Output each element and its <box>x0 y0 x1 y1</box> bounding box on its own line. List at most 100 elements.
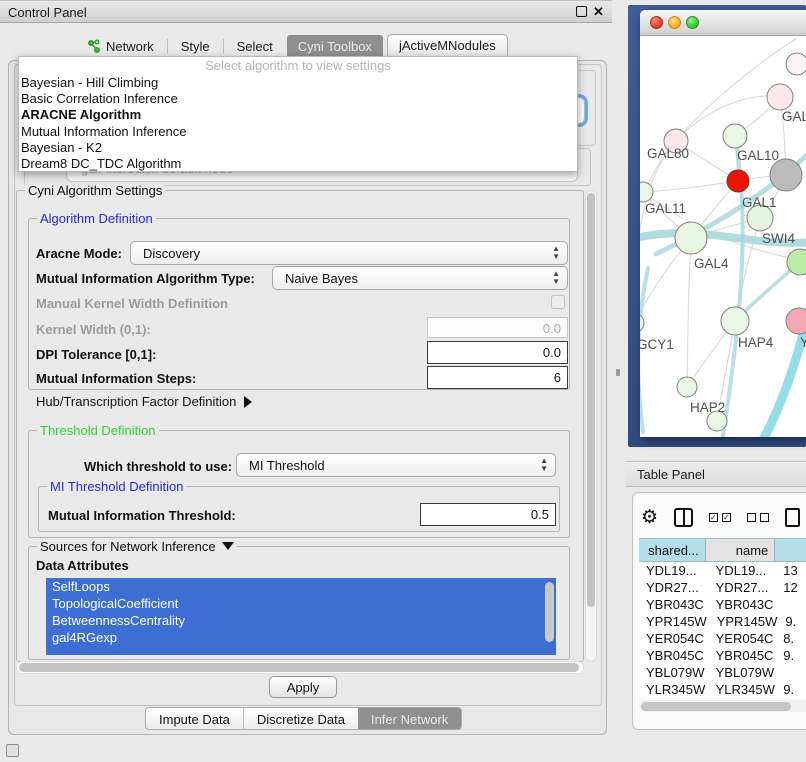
mi-type-combobox[interactable]: Naive Bayes ▲▼ <box>272 266 568 290</box>
apply-button[interactable]: Apply <box>269 676 337 698</box>
attribute-list-item[interactable]: BetweennessCentrality <box>46 612 556 629</box>
control-panel-titlebar: Control Panel ✕ <box>0 0 612 23</box>
sources-title[interactable]: Sources for Network Inference <box>37 539 237 554</box>
node-gal[interactable] <box>767 84 793 110</box>
attribute-list-item[interactable]: SelfLoops <box>46 578 556 595</box>
scrollbar-thumb[interactable] <box>641 702 791 711</box>
node-hap4[interactable] <box>721 307 749 335</box>
mi-threshold-input[interactable]: 0.5 <box>420 503 556 526</box>
collapse-down-icon <box>222 542 234 550</box>
tab-separator <box>167 39 168 54</box>
expand-right-icon <box>244 396 252 408</box>
dpi-tolerance-input[interactable]: 0.0 <box>427 341 568 364</box>
table-cell: YER054C <box>639 630 706 647</box>
data-attributes-list: SelfLoopsTopologicalCoefficientBetweenne… <box>46 578 556 655</box>
dropdown-item[interactable]: Dream8 DC_TDC Algorithm <box>19 156 577 172</box>
which-threshold-combobox[interactable]: MI Threshold ▲▼ <box>236 453 556 477</box>
attribute-list-item[interactable]: TopologicalCoefficient <box>46 595 556 612</box>
mi-steps-label: Mutual Information Steps: <box>36 371 196 386</box>
kernel-width-input[interactable]: 0.0 <box>427 317 568 338</box>
tab-style[interactable]: Style <box>177 36 214 57</box>
select-all-columns-icon[interactable]: ✓✓ <box>709 513 731 522</box>
table-row[interactable]: YER054CYER054C8. <box>639 630 806 647</box>
dropdown-item[interactable]: Mutual Information Inference <box>19 124 577 140</box>
float-window-icon[interactable] <box>576 6 587 17</box>
close-icon[interactable]: ✕ <box>593 4 604 20</box>
dropdown-placeholder: Select algorithm to view settings <box>19 58 577 75</box>
manual-kernel-checkbox[interactable] <box>551 295 565 309</box>
node[interactable] <box>786 53 806 75</box>
top-tab-bar: Network Style Select Cyni Toolbox jActiv… <box>84 34 508 58</box>
node-label: GAL1 <box>742 195 777 210</box>
zoom-traffic-light-icon[interactable] <box>686 16 699 29</box>
threshold-definition-title: Threshold Definition <box>37 423 159 438</box>
column-header-shared-name[interactable]: shared... <box>639 539 706 561</box>
network-window-titlebar[interactable] <box>640 10 806 36</box>
table-horizontal-scrollbar[interactable] <box>639 700 806 712</box>
node-label: GAL11 <box>645 201 686 216</box>
column-header-name[interactable]: name <box>706 539 776 561</box>
dropdown-item[interactable]: Bayesian - Hill Climbing <box>19 75 577 91</box>
scrollbar-thumb[interactable] <box>587 193 595 607</box>
export-table-icon[interactable] <box>785 508 800 527</box>
dropdown-item[interactable]: Bayesian - K2 <box>19 140 577 156</box>
table-row[interactable]: YBL079WYBL079W <box>639 664 806 681</box>
table-cell: YBR043C <box>639 596 706 613</box>
node-label: SWI4 <box>762 231 795 246</box>
tab-cyni-toolbox[interactable]: Cyni Toolbox <box>287 35 383 58</box>
node-hap2[interactable] <box>677 377 697 397</box>
tab-jactivemnodules[interactable]: jActiveMNodules <box>387 34 508 59</box>
tab-network[interactable]: Network <box>84 36 158 57</box>
settings-horizontal-scrollbar[interactable] <box>16 661 584 674</box>
mi-steps-input[interactable]: 6 <box>427 366 568 389</box>
which-threshold-value: MI Threshold <box>249 458 325 473</box>
attribute-list-item[interactable]: gal4RGexp <box>46 629 556 646</box>
node-gal10[interactable] <box>723 124 747 148</box>
dropdown-item-selected[interactable]: ARACNE Algorithm <box>19 107 577 123</box>
node-label: HAP4 <box>738 335 774 350</box>
tab-discretize-data[interactable]: Discretize Data <box>243 708 358 729</box>
hub-definition-expander[interactable]: Hub/Transcription Factor Definition <box>36 394 252 409</box>
table-row[interactable]: YDL19...YDL19...13 <box>639 562 806 579</box>
split-view-icon[interactable] <box>674 508 693 527</box>
table-row[interactable]: YDR27...YDR27...12 <box>639 579 806 596</box>
table-cell: 9. <box>775 681 806 698</box>
deselect-all-columns-icon[interactable] <box>747 513 769 522</box>
combo-stepper-icon: ▲▼ <box>540 457 548 473</box>
node-red-selected[interactable] <box>727 170 749 192</box>
tab-select[interactable]: Select <box>233 36 277 57</box>
scrollbar-thumb[interactable] <box>19 663 579 672</box>
table-row[interactable]: YLR345WYLR345W9. <box>639 681 806 698</box>
aracne-mode-value: Discovery <box>143 246 200 261</box>
node-gal4[interactable] <box>675 222 707 254</box>
tab-impute-data[interactable]: Impute Data <box>146 708 243 729</box>
minimize-traffic-light-icon[interactable] <box>668 16 681 29</box>
network-window[interactable]: GAL GAL80 GAL10 GAL1 GAL11 SWI4 GAL4 GCY… <box>640 10 806 437</box>
table-row[interactable]: YBR045CYBR045C9. <box>639 647 806 664</box>
table-panel-title: Table Panel <box>637 467 705 482</box>
gear-icon[interactable]: ⚙ <box>641 506 658 529</box>
table-cell: 9. <box>775 647 806 664</box>
dock-panel-icon[interactable] <box>6 744 19 757</box>
pane-resize-handle[interactable] <box>616 369 620 376</box>
node-label: GAL80 <box>647 146 689 161</box>
close-traffic-light-icon[interactable] <box>650 16 663 29</box>
table-cell: 8. <box>775 630 806 647</box>
aracne-mode-combobox[interactable]: Discovery ▲▼ <box>130 241 568 265</box>
network-icon <box>88 39 101 54</box>
tab-infer-network[interactable]: Infer Network <box>358 708 461 729</box>
table-cell <box>775 664 806 681</box>
settings-vertical-scrollbar[interactable] <box>585 190 597 662</box>
table-cell: YDL19... <box>639 562 706 579</box>
kernel-width-label: Kernel Width (0,1): <box>36 322 151 337</box>
network-canvas[interactable]: GAL GAL80 GAL10 GAL1 GAL11 SWI4 GAL4 GCY… <box>640 36 806 437</box>
node-pink[interactable] <box>786 308 806 334</box>
dpi-tolerance-label: DPI Tolerance [0,1]: <box>36 347 156 362</box>
column-header[interactable] <box>775 539 806 561</box>
list-scrollbar[interactable] <box>545 582 554 642</box>
table-header-row: shared... name <box>639 538 806 562</box>
table-row[interactable]: YPR145WYPR145W9. <box>639 613 806 630</box>
table-row[interactable]: YBR043CYBR043C <box>639 596 806 613</box>
node-gray[interactable] <box>770 159 802 191</box>
dropdown-item[interactable]: Basic Correlation Inference <box>19 91 577 107</box>
